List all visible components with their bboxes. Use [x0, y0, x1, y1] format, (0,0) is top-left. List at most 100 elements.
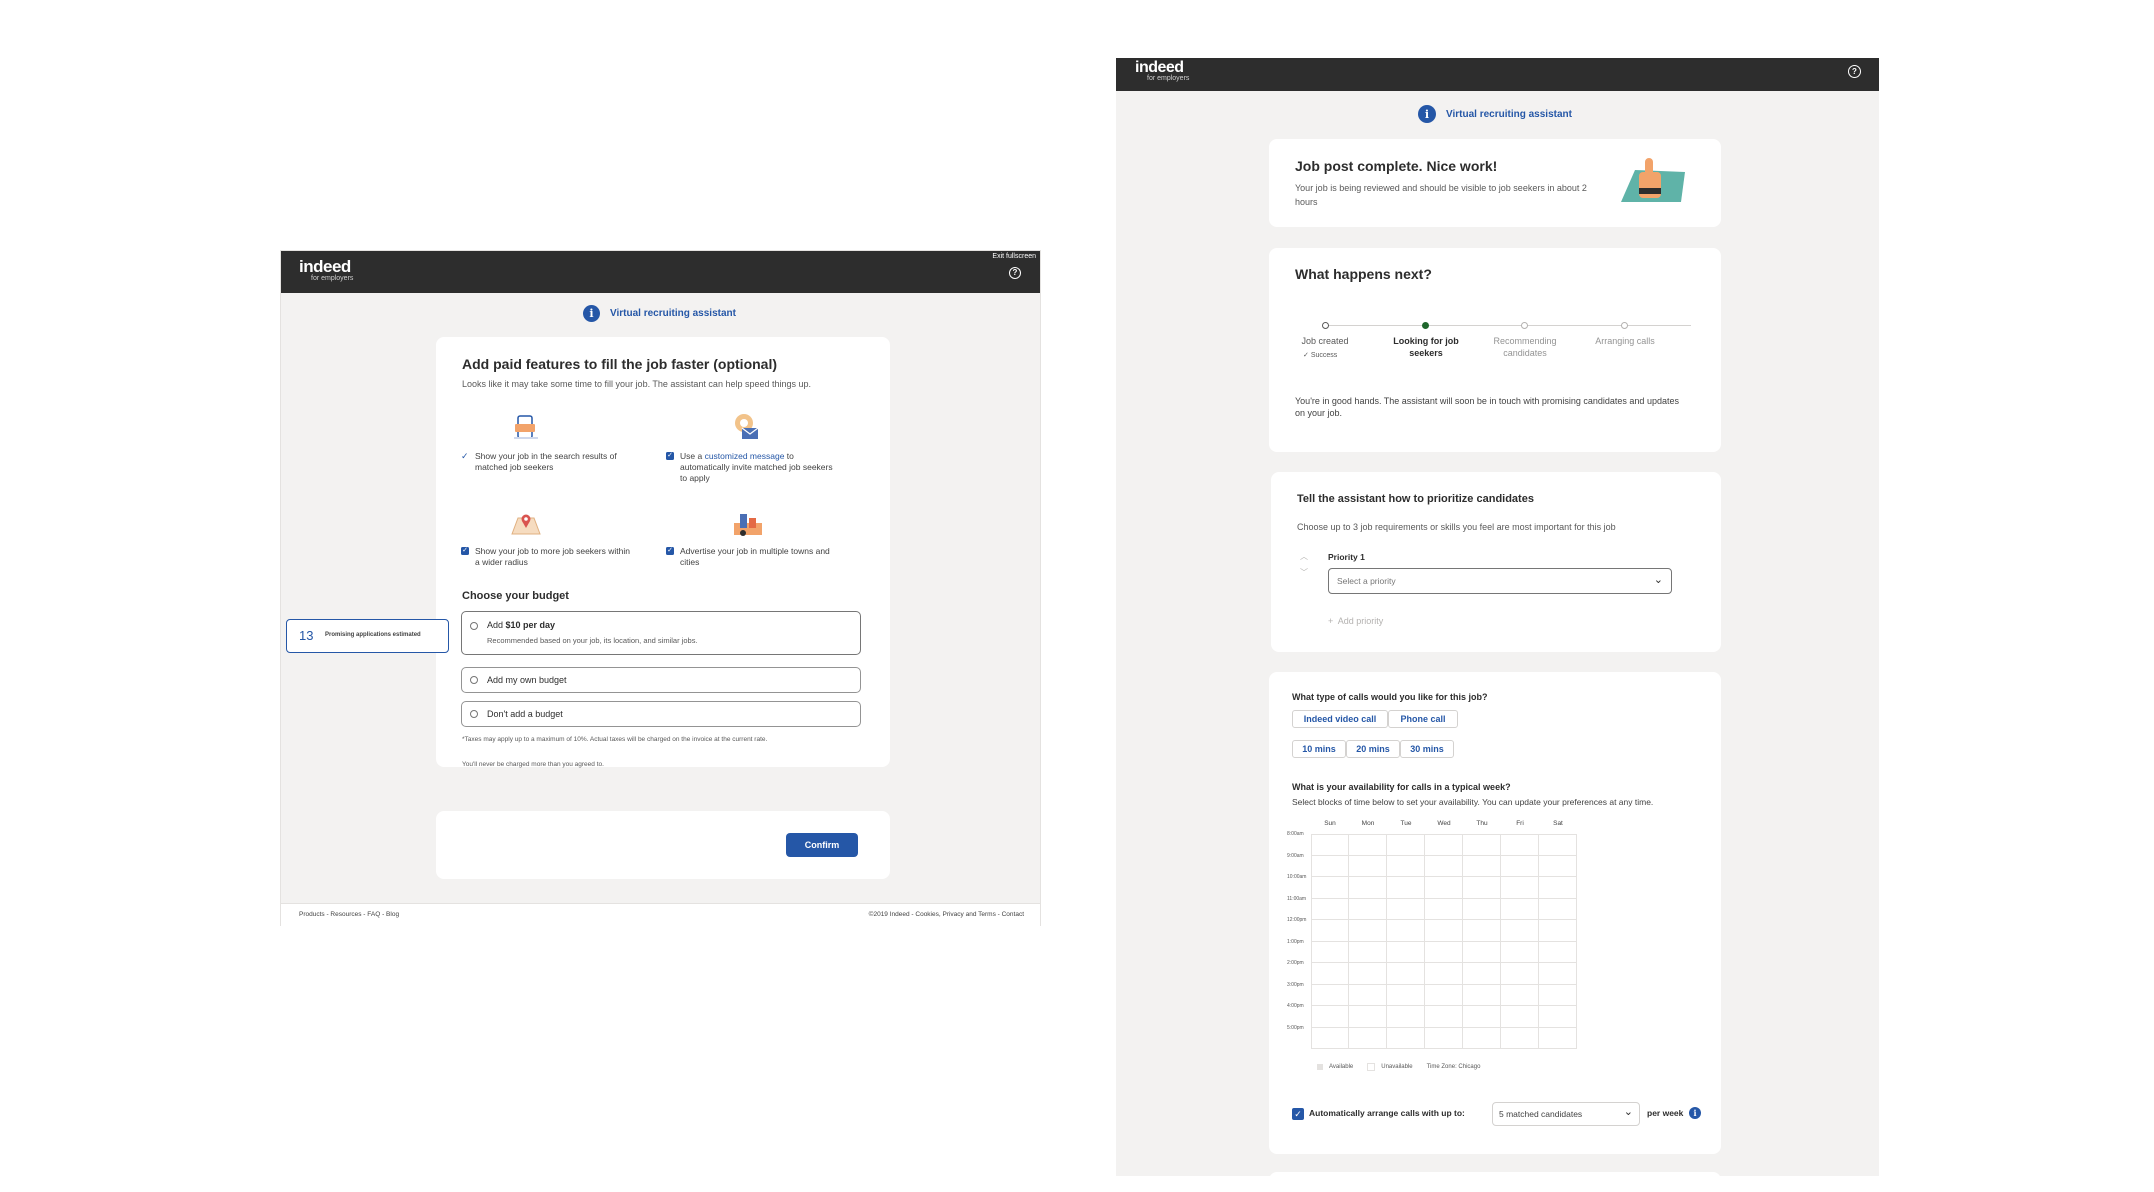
radio-button[interactable] — [470, 622, 478, 630]
phone-call-option[interactable]: Phone call — [1388, 710, 1458, 728]
chevron-up-icon[interactable]: ︿ — [1300, 552, 1308, 561]
reorder-arrows[interactable]: ︿ ﹀ — [1300, 549, 1308, 581]
budget-option-own[interactable]: Add my own budget — [461, 667, 861, 693]
calendar-time-slot[interactable] — [1501, 920, 1539, 942]
calendar-time-slot[interactable] — [1463, 920, 1501, 942]
calendar-time-slot[interactable] — [1501, 1006, 1539, 1028]
calendar-time-slot[interactable] — [1311, 1027, 1349, 1049]
calendar-time-slot[interactable] — [1349, 920, 1387, 942]
calendar-time-slot[interactable] — [1387, 963, 1425, 985]
checkbox-checked-icon[interactable]: ✓ — [666, 547, 674, 555]
calendar-time-slot[interactable] — [1463, 1027, 1501, 1049]
calendar-time-slot[interactable] — [1539, 984, 1577, 1006]
calendar-time-slot[interactable] — [1501, 855, 1539, 877]
video-call-option[interactable]: Indeed video call — [1292, 710, 1388, 728]
calendar-time-slot[interactable] — [1425, 941, 1463, 963]
calendar-time-slot[interactable] — [1425, 898, 1463, 920]
calendar-time-slot[interactable] — [1463, 834, 1501, 856]
calendar-time-slot[interactable] — [1387, 898, 1425, 920]
footer-legal[interactable]: ©2019 Indeed - Cookies, Privacy and Term… — [869, 911, 1024, 918]
help-icon[interactable]: ? — [1009, 267, 1021, 279]
duration-30-option[interactable]: 30 mins — [1400, 740, 1454, 758]
calendar-time-slot[interactable] — [1311, 963, 1349, 985]
calendar-time-slot[interactable] — [1387, 877, 1425, 899]
calendar-time-slot[interactable] — [1501, 963, 1539, 985]
indeed-logo[interactable]: indeed for employers — [299, 257, 353, 282]
indeed-logo[interactable]: indeed for employers — [1135, 59, 1189, 82]
customized-message-link[interactable]: customized message — [705, 451, 785, 461]
calendar-time-slot[interactable] — [1463, 898, 1501, 920]
calendar-time-slot[interactable] — [1349, 1006, 1387, 1028]
calendar-time-slot[interactable] — [1463, 855, 1501, 877]
calendar-time-slot[interactable] — [1349, 877, 1387, 899]
calendar-time-slot[interactable] — [1425, 920, 1463, 942]
calendar-time-slot[interactable] — [1311, 834, 1349, 856]
calendar-time-slot[interactable] — [1501, 1027, 1539, 1049]
calendar-time-slot[interactable] — [1311, 855, 1349, 877]
auto-arrange-checkbox[interactable]: ✓ — [1292, 1108, 1304, 1120]
calendar-time-slot[interactable] — [1311, 984, 1349, 1006]
calendar-time-slot[interactable] — [1311, 898, 1349, 920]
duration-20-option[interactable]: 20 mins — [1346, 740, 1400, 758]
feature-wider-radius[interactable]: ✓ Show your job to more job seekers with… — [461, 546, 631, 568]
calendar-time-slot[interactable] — [1539, 1027, 1577, 1049]
calendar-time-slot[interactable] — [1349, 834, 1387, 856]
calendar-time-slot[interactable] — [1425, 877, 1463, 899]
checkbox-checked-icon[interactable]: ✓ — [461, 547, 469, 555]
add-priority-button[interactable]: + Add priority — [1328, 616, 1383, 626]
budget-option-none[interactable]: Don't add a budget — [461, 701, 861, 727]
info-icon[interactable]: i — [1689, 1107, 1701, 1119]
calendar-time-slot[interactable] — [1387, 941, 1425, 963]
radio-button[interactable] — [470, 710, 478, 718]
calendar-time-slot[interactable] — [1387, 984, 1425, 1006]
calendar-time-slot[interactable] — [1311, 920, 1349, 942]
confirm-button[interactable]: Confirm — [786, 833, 858, 857]
chevron-down-icon[interactable]: ﹀ — [1300, 568, 1308, 577]
calendar-time-slot[interactable] — [1349, 898, 1387, 920]
calendar-time-slot[interactable] — [1349, 984, 1387, 1006]
calendar-time-slot[interactable] — [1349, 1027, 1387, 1049]
feature-search-results[interactable]: ✓ Show your job in the search results of… — [461, 451, 631, 473]
calendar-time-slot[interactable] — [1463, 984, 1501, 1006]
calendar-time-slot[interactable] — [1463, 877, 1501, 899]
calendar-time-slot[interactable] — [1425, 984, 1463, 1006]
feature-custom-message[interactable]: ✓ Use a customized message to automatica… — [666, 451, 836, 484]
calendar-time-slot[interactable] — [1463, 941, 1501, 963]
calendar-time-slot[interactable] — [1463, 963, 1501, 985]
calendar-time-slot[interactable] — [1501, 941, 1539, 963]
calendar-time-slot[interactable] — [1387, 834, 1425, 856]
footer-links[interactable]: Products - Resources - FAQ - Blog — [299, 911, 399, 918]
calendar-time-slot[interactable] — [1539, 941, 1577, 963]
calendar-time-slot[interactable] — [1349, 963, 1387, 985]
calendar-time-slot[interactable] — [1501, 898, 1539, 920]
exit-fullscreen-link[interactable]: Exit fullscreen — [992, 253, 1036, 260]
calendar-time-slot[interactable] — [1539, 920, 1577, 942]
calendar-time-slot[interactable] — [1387, 1006, 1425, 1028]
checkbox-checked-icon[interactable]: ✓ — [666, 452, 674, 460]
calendar-time-slot[interactable] — [1539, 855, 1577, 877]
calendar-time-slot[interactable] — [1387, 855, 1425, 877]
calendar-time-slot[interactable] — [1425, 855, 1463, 877]
help-icon[interactable]: ? — [1848, 65, 1861, 78]
calendar-time-slot[interactable] — [1311, 877, 1349, 899]
calendar-time-slot[interactable] — [1463, 1006, 1501, 1028]
calendar-time-slot[interactable] — [1425, 834, 1463, 856]
calendar-time-slot[interactable] — [1387, 1027, 1425, 1049]
calendar-time-slot[interactable] — [1311, 941, 1349, 963]
calendar-time-slot[interactable] — [1501, 834, 1539, 856]
calendar-time-slot[interactable] — [1311, 1006, 1349, 1028]
calendar-time-slot[interactable] — [1501, 877, 1539, 899]
calendar-time-slot[interactable] — [1539, 898, 1577, 920]
budget-option-10-per-day[interactable]: Add $10 per day Recommended based on you… — [461, 611, 861, 655]
calendar-time-slot[interactable] — [1539, 1006, 1577, 1028]
duration-10-option[interactable]: 10 mins — [1292, 740, 1346, 758]
calendar-time-slot[interactable] — [1501, 984, 1539, 1006]
priority-select[interactable]: Select a priority ⌄ — [1328, 568, 1672, 594]
calendar-time-slot[interactable] — [1387, 920, 1425, 942]
calendar-time-slot[interactable] — [1425, 1006, 1463, 1028]
calendar-time-slot[interactable] — [1425, 963, 1463, 985]
calendar-time-slot[interactable] — [1349, 941, 1387, 963]
candidate-count-select[interactable]: 5 matched candidates ⌄ — [1492, 1102, 1640, 1126]
calendar-time-slot[interactable] — [1539, 963, 1577, 985]
calendar-time-slot[interactable] — [1539, 877, 1577, 899]
